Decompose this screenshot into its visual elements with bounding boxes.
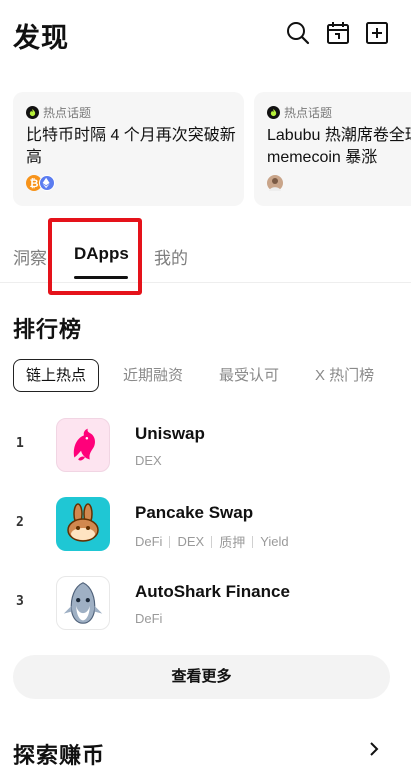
- filter-chip-x-trending[interactable]: X 热门榜: [303, 359, 386, 392]
- ranking-title: 排行榜: [13, 317, 83, 342]
- dapp-tags: DeFi DEX 质押 Yield: [135, 534, 289, 550]
- filter-chip-most-recognized[interactable]: 最受认可: [207, 359, 291, 392]
- chevron-right-icon[interactable]: [366, 741, 382, 757]
- calendar-icon[interactable]: [325, 20, 351, 46]
- pancakeswap-logo-icon: [56, 497, 110, 551]
- hot-topic-title: 比特币时隔 4 个月再次突破新高: [26, 127, 236, 166]
- rank-number: 1: [16, 436, 24, 451]
- dapp-name: Pancake Swap: [135, 503, 254, 522]
- hot-topic-card[interactable]: 热点话题 Labubu 热潮席卷全球 memecoin 暴涨: [254, 92, 411, 206]
- dapp-row-autoshark[interactable]: 3 AutoShark Finance DeFi: [0, 576, 411, 636]
- hot-topic-card[interactable]: 热点话题 比特币时隔 4 个月再次突破新高 ₿: [13, 92, 244, 206]
- hot-topic-tag: 热点话题: [26, 104, 91, 121]
- hot-topic-tag: 热点话题: [267, 104, 332, 121]
- dapp-tags: DEX: [135, 453, 162, 468]
- earn-section-title: 探索赚币: [13, 743, 106, 768]
- uniswap-logo-icon: [56, 418, 110, 472]
- view-more-button[interactable]: 查看更多: [13, 655, 390, 699]
- rank-number: 3: [16, 594, 24, 609]
- tab-insights[interactable]: 洞察: [13, 244, 47, 269]
- eth-coin-icon: [39, 175, 55, 191]
- dapp-name: Uniswap: [135, 424, 205, 443]
- rank-number: 2: [16, 515, 24, 530]
- add-icon[interactable]: [364, 20, 390, 46]
- page-title: 发现: [13, 23, 69, 53]
- tab-mine[interactable]: 我的: [154, 244, 188, 269]
- dapp-tags: DeFi: [135, 611, 163, 626]
- header: 发现: [0, 0, 411, 70]
- svg-text:₿: ₿: [30, 177, 39, 190]
- filter-chip-recent-funding[interactable]: 近期融资: [111, 359, 195, 392]
- dapp-name: AutoShark Finance: [135, 582, 290, 601]
- hot-topic-title: Labubu 热潮席卷全球 memecoin 暴涨: [267, 127, 411, 166]
- highlight-box: [48, 218, 142, 295]
- filter-chip-onchain-hot[interactable]: 链上热点: [13, 359, 100, 392]
- autoshark-logo-icon: [56, 576, 110, 630]
- flame-icon: [26, 106, 39, 119]
- search-icon[interactable]: [285, 20, 311, 46]
- dapp-row-pancakeswap[interactable]: 2 Pancake Swap DeFi DEX 质押 Yield: [0, 497, 411, 557]
- flame-icon: [267, 106, 280, 119]
- hot-topics-carousel[interactable]: 热点话题 比特币时隔 4 个月再次突破新高 ₿ 热点话题 Labubu 热潮席卷…: [0, 92, 411, 208]
- dapp-row-uniswap[interactable]: 1 Uniswap DEX: [0, 418, 411, 478]
- avatar-icon: [267, 175, 283, 191]
